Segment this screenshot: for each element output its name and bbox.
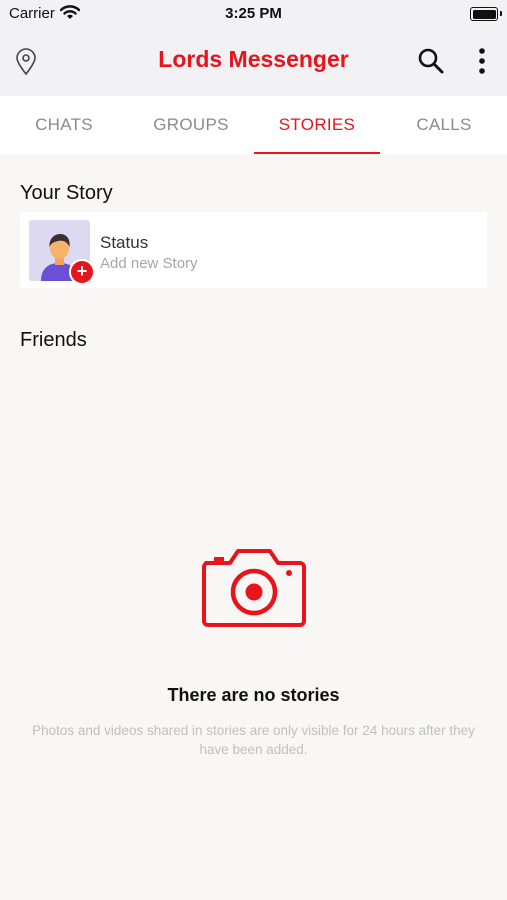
app-header: Lords Messenger — [0, 28, 507, 96]
camera-icon — [200, 546, 308, 633]
tab-groups[interactable]: GROUPS — [128, 96, 254, 154]
tab-calls[interactable]: CALLS — [381, 96, 507, 154]
tab-stories[interactable]: STORIES — [254, 96, 380, 154]
status-name: Status — [100, 233, 149, 252]
tab-chats[interactable]: CHATS — [1, 96, 127, 154]
your-story-heading: Your Story — [20, 182, 113, 204]
friends-heading: Friends — [20, 329, 87, 351]
tab-bar: CHATS GROUPS STORIES CALLS — [0, 96, 507, 154]
status-subtitle: Add new Story — [100, 255, 198, 272]
more-vertical-icon[interactable] — [470, 47, 494, 80]
empty-state-description: Photos and videos shared in stories are … — [32, 723, 475, 757]
status-time: 3:25 PM — [225, 5, 282, 22]
empty-state-title: There are no stories — [167, 685, 340, 705]
search-icon[interactable] — [417, 47, 445, 80]
active-tab-indicator — [254, 152, 380, 154]
add-story-button[interactable]: + — [69, 259, 95, 285]
status-bar: Carrier 3:25 PM — [0, 0, 507, 28]
battery-icon — [470, 7, 502, 21]
